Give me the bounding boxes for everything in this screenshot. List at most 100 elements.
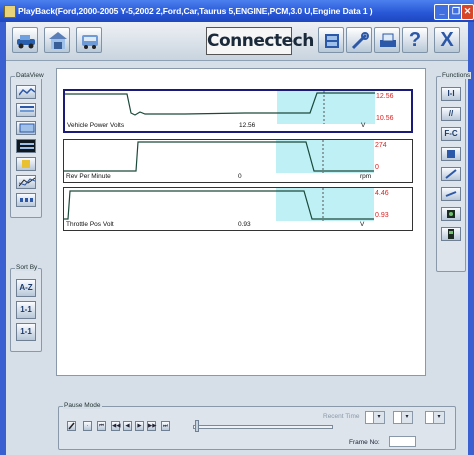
play-button[interactable]: ▶ (135, 421, 144, 431)
frame-number-spinner[interactable] (415, 436, 421, 447)
rewind-icon: ⏮ (99, 423, 104, 429)
step-back-icon: · (86, 423, 89, 429)
graph-view-icon (19, 88, 35, 96)
probe-button[interactable] (441, 187, 461, 201)
connectech-logo: Connectech (206, 27, 314, 55)
list-view-button[interactable] (16, 103, 36, 117)
device-button[interactable] (441, 227, 461, 241)
channel-footer: Throttle Pos Volt 0.93 V (64, 220, 374, 230)
split-view-button[interactable] (16, 121, 36, 135)
split-icon: I-I (447, 89, 455, 98)
meter-view-button[interactable] (16, 157, 36, 171)
database-button[interactable] (318, 27, 344, 53)
forward-button[interactable]: ▶▶ (147, 421, 156, 431)
sort-by-label: Sort By (15, 264, 39, 271)
camera-icon (447, 210, 455, 218)
highlight-band (277, 91, 375, 124)
list-view-icon (20, 106, 34, 112)
window-title: PlayBack(Ford,2000-2005 Y-5,2002 2,Ford,… (18, 6, 373, 16)
multi-graph-button[interactable] (16, 175, 36, 189)
save-icon (447, 150, 455, 158)
channel-max-value: 4.46 (375, 190, 389, 197)
rewind-button[interactable]: ⏮ (97, 421, 106, 431)
exit-button[interactable]: X (434, 27, 460, 53)
recent-time-label: Recent Time (323, 413, 360, 420)
digital-view-icon (20, 143, 34, 149)
edit-button[interactable] (67, 421, 76, 431)
functions-label: Functions (441, 72, 472, 79)
play-icon: ▶ (137, 423, 142, 429)
main-toolbar: Connectech ? X (6, 22, 468, 61)
channel-min-value: 0.93 (375, 212, 389, 219)
playback-slider-thumb[interactable] (195, 420, 199, 432)
chevron-down-icon: ▾ (373, 412, 384, 423)
sort-custom-icon: 1-1 (20, 327, 32, 336)
channel-footer: Vehicle Power Volts 12.56 V (65, 121, 375, 131)
playback-slider-track[interactable] (193, 425, 333, 429)
channel-panel[interactable]: 12.56 10.56 Vehicle Power Volts 12.56 V (63, 89, 413, 133)
channel-min-value: 10.56 (376, 115, 394, 122)
vehicle-button[interactable] (12, 27, 38, 53)
record-button[interactable] (16, 193, 36, 207)
garage-button[interactable] (44, 27, 70, 53)
sort-numeric-icon: 1-1 (20, 305, 32, 314)
logo-text: onnectech (218, 31, 314, 51)
close-button[interactable]: ✕ (461, 4, 474, 20)
end-icon: ⏭ (163, 423, 168, 429)
prev-button[interactable]: ◀◀ (111, 421, 120, 431)
parallel-button[interactable]: // (441, 107, 461, 121)
help-button[interactable]: ? (402, 27, 428, 53)
channel-max-value: 274 (375, 142, 387, 149)
probe-icon (445, 191, 457, 197)
print-button[interactable] (374, 27, 400, 53)
channel-name: Throttle Pos Volt (66, 221, 114, 228)
tools-button[interactable] (346, 27, 372, 53)
bus-button[interactable] (76, 27, 102, 53)
recent-time-minutes-select[interactable]: ▾ (393, 411, 413, 424)
tools-icon (351, 32, 369, 50)
split-view-icon (19, 123, 35, 133)
channel-min-value: 0 (375, 164, 379, 171)
vehicle-icon (17, 35, 35, 49)
sort-alpha-button[interactable]: A-Z (16, 279, 36, 297)
channel-value: 0.93 (238, 221, 251, 228)
title-bar: PlayBack(Ford,2000-2005 Y-5,2002 2,Ford,… (0, 0, 474, 22)
digital-view-button[interactable] (16, 139, 36, 153)
sort-custom-button[interactable]: 1-1 (16, 323, 36, 341)
pause-mode-group: Pause Mode · ⏮ ◀◀ ◀ ▶ ▶▶ ⏭ Recent Time ▾… (58, 402, 456, 450)
meter-view-icon (22, 160, 30, 168)
channel-name: Rev Per Minute (66, 173, 111, 180)
exit-icon: X (440, 29, 454, 51)
play-back-button[interactable]: ◀ (123, 421, 132, 431)
pencil-icon (445, 169, 457, 179)
recent-time-hours-select[interactable]: ▾ (365, 411, 385, 424)
camera-button[interactable] (441, 207, 461, 221)
graph-view-button[interactable] (16, 85, 36, 99)
highlight-band (276, 140, 374, 173)
channel-plot (65, 91, 375, 124)
dataview-label: DataView (15, 72, 45, 79)
database-icon (325, 34, 339, 48)
multi-graph-icon (19, 177, 35, 187)
device-icon (448, 229, 454, 239)
channel-trace-svg (65, 91, 375, 124)
save-button[interactable] (441, 147, 461, 161)
channel-unit: V (361, 122, 366, 129)
dataview-group: DataView (10, 72, 45, 218)
prev-icon: ◀◀ (112, 423, 121, 429)
channel-panel[interactable]: 274 0 Rev Per Minute 0 rpm (63, 139, 413, 183)
step-back-button[interactable]: · (83, 421, 92, 431)
channel-unit: V (360, 221, 365, 228)
highlight-band (276, 188, 374, 221)
functions-group: Functions I-I // F-C (436, 72, 472, 272)
temp-convert-button[interactable]: F-C (441, 127, 461, 141)
record-icon (20, 198, 33, 202)
recent-time-seconds-select[interactable]: ▾ (425, 411, 445, 424)
split-button[interactable]: I-I (441, 87, 461, 101)
end-button[interactable]: ⏭ (161, 421, 170, 431)
pencil-button[interactable] (441, 167, 461, 181)
channel-value: 12.56 (239, 122, 256, 129)
channel-panel[interactable]: 4.46 0.93 Throttle Pos Volt 0.93 V (63, 187, 413, 231)
sort-numeric-button[interactable]: 1-1 (16, 301, 36, 319)
channel-unit: rpm (360, 173, 372, 180)
